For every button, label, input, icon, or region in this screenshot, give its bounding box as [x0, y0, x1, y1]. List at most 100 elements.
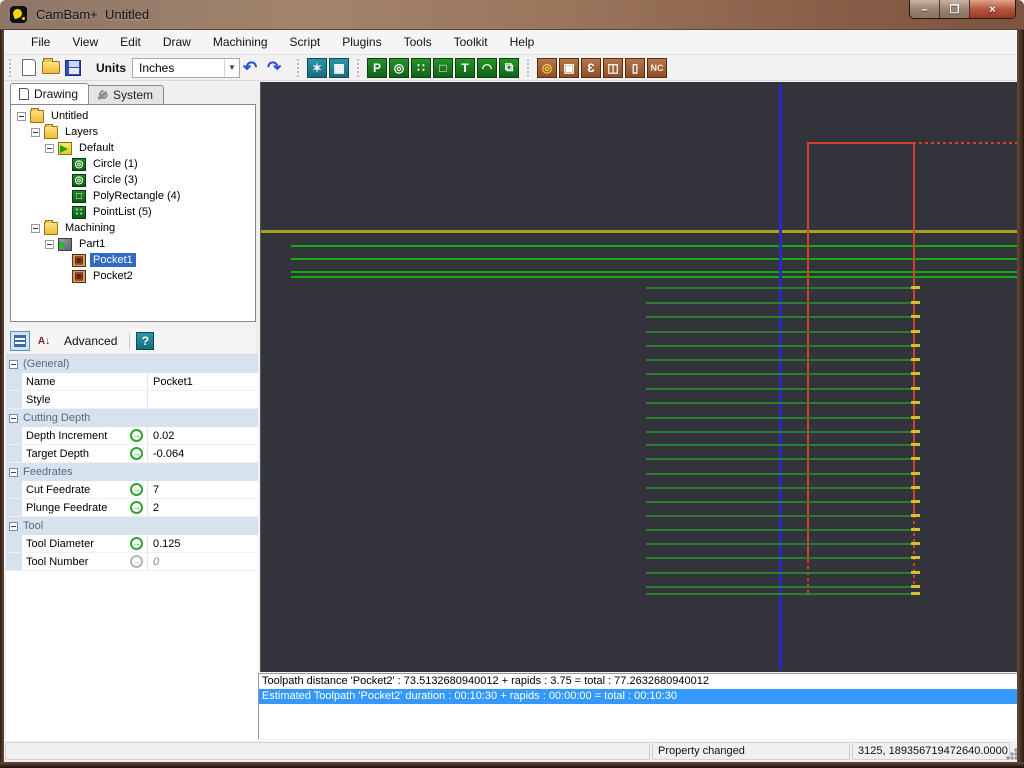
draw-points-icon[interactable]: ∷ [411, 58, 431, 78]
tree-item-machining[interactable]: Machining [11, 220, 255, 236]
new-file-icon[interactable] [22, 59, 36, 76]
chevron-down-icon[interactable]: ▼ [224, 59, 239, 77]
property-cut-feedrate[interactable]: Cut Feedrate→7 [6, 481, 258, 499]
titlebar[interactable]: CamBam+ Untitled – ❐ × [0, 0, 1024, 30]
property-value[interactable]: 7 [147, 481, 258, 498]
tree-item-circle-3[interactable]: ◎Circle (3) [11, 172, 255, 188]
tree-item-pointlist-5[interactable]: ∷PointList (5) [11, 204, 255, 220]
tree-item-pocket1[interactable]: ▣Pocket1 [11, 252, 255, 268]
gcode-icon[interactable]: NC [647, 58, 667, 78]
restore-button[interactable]: ❐ [940, 0, 970, 19]
toolbar-grip[interactable] [525, 59, 531, 77]
property-value[interactable]: 0.02 [147, 427, 258, 444]
redo-icon[interactable]: ↷ [267, 58, 289, 78]
collapse-box[interactable] [17, 112, 26, 121]
menu-tools[interactable]: Tools [393, 31, 443, 53]
draw-text-icon[interactable]: T [455, 58, 475, 78]
property-name[interactable]: NamePocket1 [6, 373, 258, 391]
property-value[interactable]: 0.125 [147, 535, 258, 552]
tab-drawing[interactable]: Drawing [10, 83, 89, 104]
tree-item-polyrectangle-4[interactable]: □PolyRectangle (4) [11, 188, 255, 204]
close-button[interactable]: × [970, 0, 1015, 19]
pocket-pass-line [646, 543, 911, 545]
menu-plugins[interactable]: Plugins [331, 31, 392, 53]
units-value: Inches [139, 61, 174, 75]
collapse-box[interactable] [9, 468, 18, 477]
tree-item-label: Layers [62, 125, 101, 139]
units-combobox[interactable]: Inches ▼ [132, 58, 240, 78]
engrave-icon[interactable]: Ɛ [581, 58, 601, 78]
property-value[interactable]: 2 [147, 499, 258, 516]
collapse-box[interactable] [45, 240, 54, 249]
property-tool-number[interactable]: Tool Number→0 [6, 553, 258, 571]
toolbar-grip[interactable] [355, 59, 361, 77]
collapse-box[interactable] [9, 414, 18, 423]
menu-draw[interactable]: Draw [152, 31, 202, 53]
collapse-box[interactable] [31, 224, 40, 233]
categorized-view-button[interactable] [10, 331, 30, 351]
advanced-button[interactable]: Advanced [58, 332, 123, 350]
menu-toolkit[interactable]: Toolkit [443, 31, 499, 53]
property-value[interactable]: Pocket1 [147, 373, 258, 390]
snap-point-icon[interactable]: ✶ [307, 58, 327, 78]
property-depth-increment[interactable]: Depth Increment→0.02 [6, 427, 258, 445]
menu-edit[interactable]: Edit [109, 31, 152, 53]
toolpath-duration-message[interactable]: Estimated Toolpath 'Pocket2' duration : … [259, 689, 1017, 704]
inherit-arrow-icon[interactable]: → [130, 537, 143, 550]
property-tool-diameter[interactable]: Tool Diameter→0.125 [6, 535, 258, 553]
property-plunge-feedrate[interactable]: Plunge Feedrate→2 [6, 499, 258, 517]
menu-help[interactable]: Help [499, 31, 546, 53]
pocket-leadout-tick [911, 358, 920, 361]
tree-item-layers[interactable]: Layers [11, 124, 255, 140]
menu-machining[interactable]: Machining [202, 31, 279, 53]
category-feedrates[interactable]: Feedrates [6, 463, 258, 481]
collapse-box[interactable] [45, 144, 54, 153]
tree-item-default[interactable]: Default [11, 140, 255, 156]
panel-tabbar: Drawing System [10, 83, 164, 104]
property-style[interactable]: Style [6, 391, 258, 409]
pocket-icon[interactable]: ▣ [559, 58, 579, 78]
inherit-arrow-icon[interactable]: → [130, 501, 143, 514]
inherit-arrow-icon[interactable]: → [130, 447, 143, 460]
collapse-box[interactable] [9, 522, 18, 531]
save-icon[interactable] [65, 60, 81, 76]
profile3d-icon[interactable]: ◫ [603, 58, 623, 78]
tree-item-pocket2[interactable]: ▣Pocket2 [11, 268, 255, 284]
draw-surface-icon[interactable]: ⧉ [499, 58, 519, 78]
alphabetical-sort-button[interactable]: A↓ [34, 331, 54, 351]
tree-item-part1[interactable]: Part1 [11, 236, 255, 252]
toolbar-grip[interactable] [7, 59, 13, 77]
property-target-depth[interactable]: Target Depth→-0.064 [6, 445, 258, 463]
open-folder-icon[interactable] [42, 61, 60, 74]
draw-arc-icon[interactable]: ◠ [477, 58, 497, 78]
menu-script[interactable]: Script [279, 31, 332, 53]
tree-item-circle-1[interactable]: ◎Circle (1) [11, 156, 255, 172]
category-cutting-depth[interactable]: Cutting Depth [6, 409, 258, 427]
toolpath-distance-message[interactable]: Toolpath distance 'Pocket2' : 73.5132680… [259, 674, 1017, 689]
property-value[interactable]: -0.064 [147, 445, 258, 462]
tree-item-untitled[interactable]: Untitled [11, 108, 255, 124]
collapse-box[interactable] [9, 360, 18, 369]
collapse-box[interactable] [31, 128, 40, 137]
menu-file[interactable]: File [20, 31, 61, 53]
toolbar-grip[interactable] [295, 59, 301, 77]
draw-circle-icon[interactable]: ◎ [389, 58, 409, 78]
draw-polyline-icon[interactable]: P [367, 58, 387, 78]
menu-view[interactable]: View [61, 31, 109, 53]
undo-icon[interactable]: ↶ [243, 58, 265, 78]
drill-bit-icon[interactable]: ▯ [625, 58, 645, 78]
property-value[interactable] [147, 391, 258, 408]
tab-system[interactable]: System [87, 85, 164, 104]
category-tool[interactable]: Tool [6, 517, 258, 535]
grid-icon[interactable]: ▦ [329, 58, 349, 78]
drill-icon[interactable]: ◎ [537, 58, 557, 78]
minimize-button[interactable]: – [910, 0, 940, 19]
category-general[interactable]: (General) [6, 355, 258, 373]
toolpath-canvas[interactable] [260, 82, 1017, 672]
property-value[interactable]: 0 [147, 553, 258, 570]
help-button[interactable]: ? [136, 332, 154, 350]
inherit-arrow-icon[interactable]: → [130, 555, 143, 568]
draw-rectangle-icon[interactable]: □ [433, 58, 453, 78]
inherit-arrow-icon[interactable]: → [130, 483, 143, 496]
inherit-arrow-icon[interactable]: → [130, 429, 143, 442]
